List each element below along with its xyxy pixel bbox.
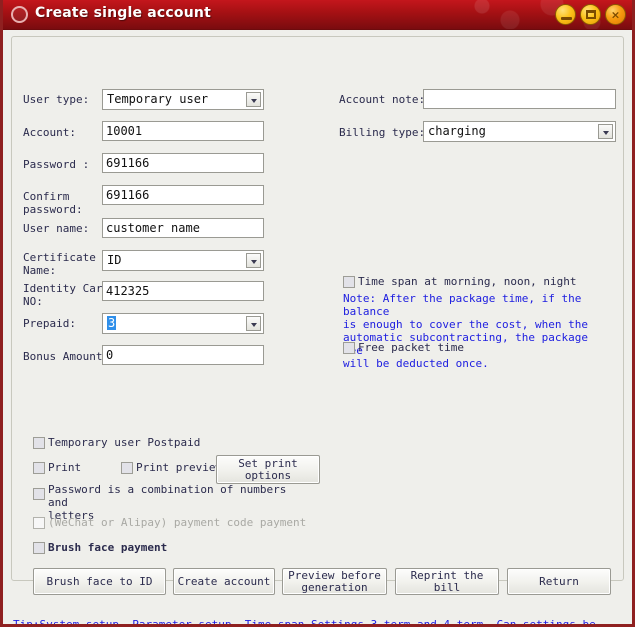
prepaid-value: 3 <box>107 316 117 330</box>
account-note-label: Account note: <box>339 93 426 106</box>
user-type-combo[interactable]: Temporary user <box>102 89 264 110</box>
close-button[interactable]: × <box>605 4 626 25</box>
bonus-amount-input[interactable] <box>102 345 264 365</box>
certificate-name-label: Certificate Name: <box>23 251 96 277</box>
app-circle-icon <box>11 6 28 23</box>
brush-face-to-id-button[interactable]: Brush face to ID <box>33 568 166 595</box>
free-packet-time-checkbox[interactable]: Free packet time <box>343 341 464 354</box>
checkbox-box[interactable] <box>343 342 355 354</box>
account-note-input[interactable] <box>423 89 616 109</box>
form-content: User type: Temporary user Account: Passw… <box>3 30 632 627</box>
brush-face-payment-label: Brush face payment <box>48 541 168 554</box>
title-bar: Create single account × <box>3 0 632 30</box>
wechat-alipay-payment-checkbox[interactable]: (WeChat or Alipay) payment code payment <box>33 516 306 529</box>
checkbox-box[interactable] <box>33 517 45 529</box>
brush-face-payment-checkbox[interactable]: Brush face payment <box>33 541 167 554</box>
chevron-down-icon[interactable] <box>246 316 261 331</box>
tip-text: Tip:System setup--Parameter setup--Time-… <box>13 618 596 627</box>
checkbox-box[interactable] <box>33 488 45 500</box>
identity-card-no-input[interactable] <box>102 281 264 301</box>
window-title: Create single account <box>35 5 211 21</box>
billing-type-combo[interactable]: charging <box>423 121 616 142</box>
account-input[interactable] <box>102 121 264 141</box>
prepaid-label: Prepaid: <box>23 317 76 330</box>
return-button[interactable]: Return <box>507 568 611 595</box>
minimize-button[interactable] <box>555 4 576 25</box>
print-label: Print <box>48 461 82 474</box>
temporary-user-postpaid-checkbox[interactable]: Temporary user Postpaid <box>33 436 200 449</box>
password-input[interactable] <box>102 153 264 173</box>
confirm-password-label: Confirm password: <box>23 190 83 216</box>
checkbox-box[interactable] <box>33 542 45 554</box>
time-span-checkbox[interactable]: Time span at morning, noon, night <box>343 275 577 288</box>
user-type-value: Temporary user <box>107 92 209 106</box>
wechat-alipay-payment-label: (WeChat or Alipay) payment code payment <box>48 516 307 529</box>
user-name-input[interactable] <box>102 218 264 238</box>
print-checkbox[interactable]: Print <box>33 461 81 474</box>
prepaid-combo[interactable]: 3 <box>102 313 264 334</box>
window-controls: × <box>555 4 626 25</box>
package-note-text: Note: After the package time, if the bal… <box>343 292 589 370</box>
password-label: Password : <box>23 158 90 171</box>
user-name-label: User name: <box>23 222 90 235</box>
checkbox-box[interactable] <box>343 276 355 288</box>
create-account-button[interactable]: Create account <box>173 568 275 595</box>
checkbox-box[interactable] <box>33 437 45 449</box>
reprint-the-bill-button[interactable]: Reprint the bill <box>395 568 499 595</box>
account-label: Account: <box>23 126 76 139</box>
confirm-password-input[interactable] <box>102 185 264 205</box>
close-icon: × <box>610 8 621 21</box>
user-type-label: User type: <box>23 93 90 106</box>
chevron-down-icon[interactable] <box>246 253 261 268</box>
maximize-button[interactable] <box>580 4 601 25</box>
set-print-options-button[interactable]: Set print options <box>216 455 320 484</box>
billing-type-value: charging <box>428 124 486 138</box>
print-preview-label: Print preview <box>136 461 223 474</box>
billing-type-label: Billing type: <box>339 126 426 139</box>
checkbox-box[interactable] <box>33 462 45 474</box>
preview-before-generation-button[interactable]: Preview before generation <box>282 568 387 595</box>
checkbox-box[interactable] <box>121 462 133 474</box>
bonus-amount-label: Bonus Amount: <box>23 350 110 363</box>
chevron-down-icon[interactable] <box>598 124 613 139</box>
time-span-label: Time span at morning, noon, night <box>358 275 577 288</box>
free-packet-time-label: Free packet time <box>358 341 464 354</box>
create-single-account-window: Create single account × User type: Tempo… <box>0 0 635 627</box>
print-preview-checkbox[interactable]: Print preview <box>121 461 222 474</box>
temporary-user-postpaid-label: Temporary user Postpaid <box>48 436 201 449</box>
identity-card-no-label: Identity Card NO: <box>23 282 110 308</box>
chevron-down-icon[interactable] <box>246 92 261 107</box>
certificate-name-combo[interactable]: ID <box>102 250 264 271</box>
certificate-name-value: ID <box>107 253 122 267</box>
